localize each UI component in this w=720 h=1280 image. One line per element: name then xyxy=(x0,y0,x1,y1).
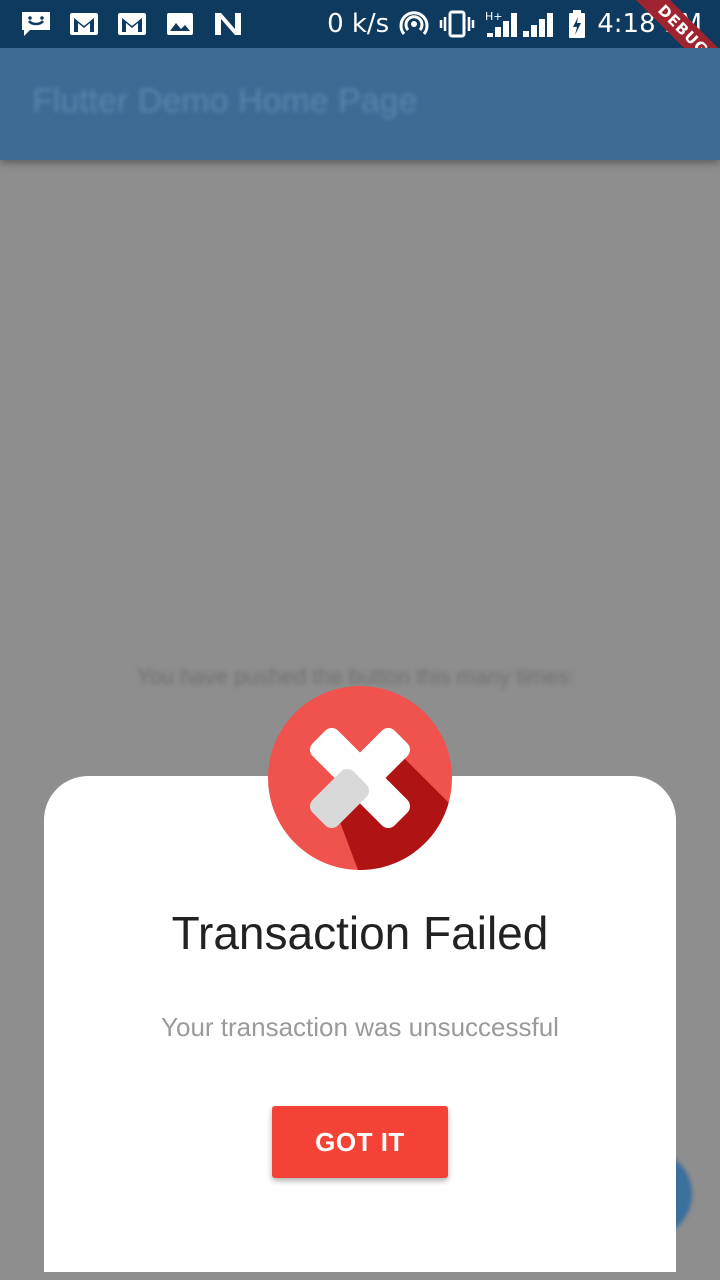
dialog-title: Transaction Failed xyxy=(171,907,549,959)
svg-text:H+: H+ xyxy=(485,10,503,23)
signal-icon: H+ xyxy=(485,10,554,37)
notification-icons xyxy=(20,10,244,38)
dialog-message: Your transaction was unsuccessful xyxy=(161,1012,559,1042)
battery-charging-icon xyxy=(569,10,586,38)
app-bar: Flutter Demo Home Page xyxy=(0,48,720,160)
error-x-icon xyxy=(268,686,452,870)
n-app-icon xyxy=(215,13,241,35)
hotspot-icon xyxy=(399,11,429,35)
got-it-button[interactable]: GOT IT xyxy=(272,1106,448,1178)
gmail-icon xyxy=(70,13,98,35)
vibrate-icon xyxy=(439,10,475,38)
image-icon xyxy=(167,13,193,35)
status-bar: 0 k/s H+ 4:18 PM DEBUG xyxy=(0,0,720,48)
network-speed: 0 k/s xyxy=(327,9,390,39)
message-icon xyxy=(22,12,50,36)
app-bar-title: Flutter Demo Home Page xyxy=(32,82,418,120)
gmail-icon xyxy=(118,13,146,35)
